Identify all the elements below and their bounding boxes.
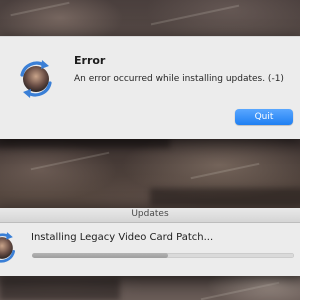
wallpaper-rock-streak bbox=[200, 281, 280, 300]
wallpaper-rock-streak bbox=[190, 162, 260, 180]
update-status-text: Installing Legacy Video Card Patch... bbox=[31, 232, 214, 243]
install-progress-fill bbox=[32, 253, 169, 258]
software-update-icon bbox=[12, 55, 60, 103]
updates-window: Updates Installing Legacy Video Card Pat… bbox=[0, 208, 300, 276]
error-message: An error occurred while installing updat… bbox=[74, 74, 284, 84]
wallpaper-shadow bbox=[0, 278, 120, 300]
software-update-icon bbox=[0, 228, 22, 268]
wallpaper-shadow bbox=[150, 188, 300, 206]
window-title: Updates bbox=[131, 209, 169, 219]
wallpaper-rock-streak bbox=[30, 151, 110, 171]
updates-titlebar[interactable]: Updates bbox=[0, 208, 300, 223]
wallpaper-rock-streak bbox=[150, 4, 240, 26]
error-dialog: Error An error occurred while installing… bbox=[0, 36, 300, 139]
install-progress-bar bbox=[32, 253, 294, 258]
error-title: Error bbox=[74, 54, 106, 67]
wallpaper-rock-streak bbox=[10, 1, 70, 17]
desktop-background: Error An error occurred while installing… bbox=[0, 0, 300, 300]
quit-button[interactable]: Quit bbox=[235, 109, 293, 125]
